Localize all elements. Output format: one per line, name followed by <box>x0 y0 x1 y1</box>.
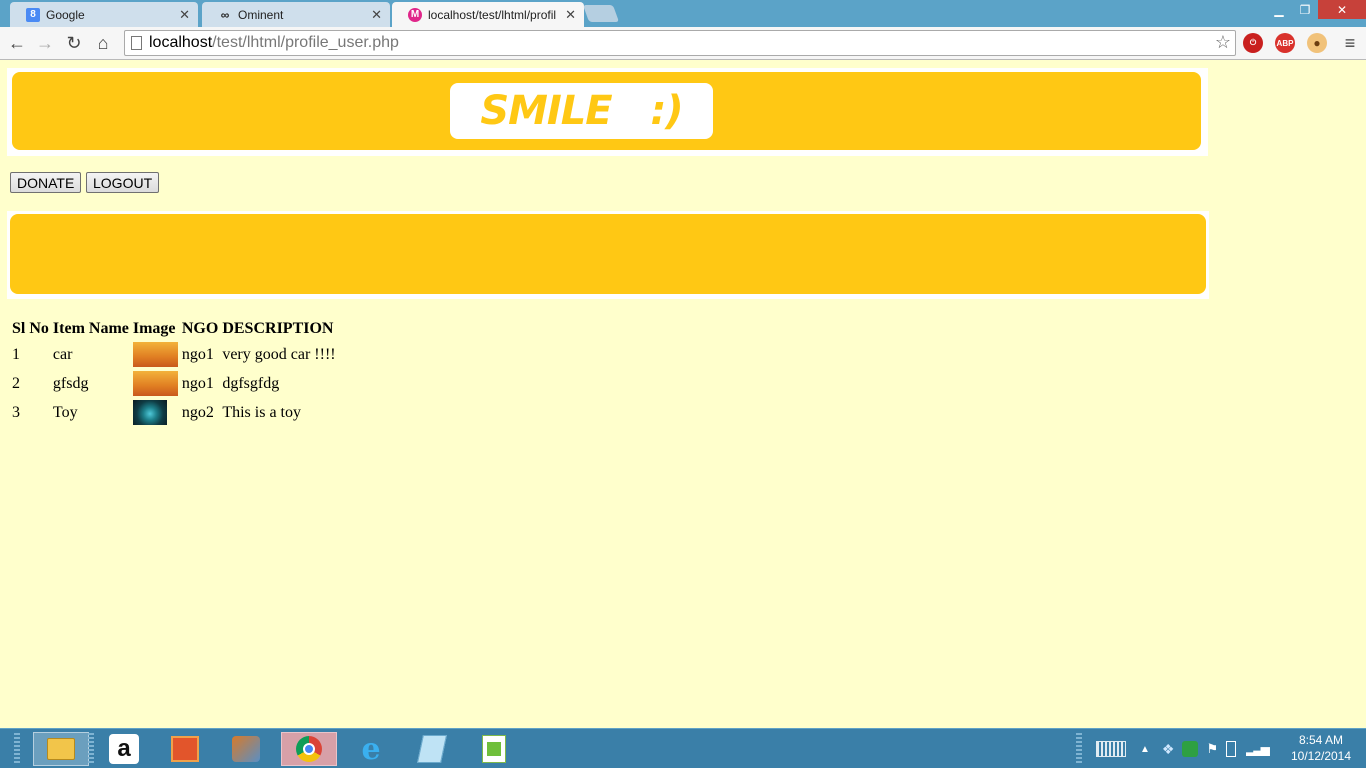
address-bar[interactable]: localhost/test/lhtml/profile_user.php ☆ <box>124 30 1236 56</box>
clock-date: 10/12/2014 <box>1290 749 1352 763</box>
office-icon[interactable] <box>157 732 213 766</box>
donate-button[interactable]: DONATE <box>10 172 82 193</box>
taskbar-grip <box>14 733 20 765</box>
column-header-item-name: Item Name <box>52 320 129 337</box>
browser-tab-strip: 8 Google ✕ ∞ Ominent ✕ M localhost/test/… <box>0 0 1366 27</box>
secondary-banner-frame <box>7 211 1209 299</box>
cell-ngo: ngo2 <box>181 403 214 421</box>
items-table: Sl No Item Name Image NGO DESCRIPTION 1 … <box>9 317 339 428</box>
show-hidden-icons-icon[interactable]: ▲ <box>1140 744 1150 755</box>
network-error-icon[interactable]: ⚑ <box>1206 741 1218 757</box>
close-icon[interactable]: ✕ <box>179 7 190 23</box>
window-close-icon[interactable]: ✕ <box>1318 0 1366 19</box>
google-icon: 8 <box>26 7 40 22</box>
reload-icon[interactable]: ↻ <box>62 31 86 55</box>
url-path: /test/lhtml/profile_user.php <box>212 34 399 51</box>
browser-toolbar: ← → ↻ ⌂ localhost/test/lhtml/profile_use… <box>0 27 1366 60</box>
table-row: 3 Toy ngo2 This is a toy <box>11 399 337 426</box>
page-content: SMILE :) DONATE LOGOUT Sl No Item Name I… <box>0 61 1366 728</box>
column-header-ngo: NGO <box>181 320 219 337</box>
logout-button[interactable]: LOGOUT <box>86 172 160 193</box>
home-icon[interactable]: ⌂ <box>91 31 115 55</box>
clock-time: 8:54 AM <box>1298 733 1344 747</box>
notepad-plus-icon[interactable] <box>466 732 522 766</box>
logo-text: SMILE :) <box>480 88 683 134</box>
cell-image <box>132 370 179 397</box>
taskbar-clock[interactable]: 8:54 AM 10/12/2014 <box>1286 732 1356 764</box>
cell-ngo: ngo1 <box>181 345 214 363</box>
chrome-icon[interactable] <box>281 732 337 766</box>
dropbox-icon[interactable]: ❖ <box>1162 741 1175 758</box>
system-tray: ▲ ❖ ⚑ ▂▃▅ <box>1096 729 1270 768</box>
notepad-icon[interactable] <box>404 732 460 766</box>
tab-profile-user[interactable]: M localhost/test/lhtml/profil ✕ <box>392 2 584 27</box>
taskbar-grip <box>88 733 94 765</box>
column-header-image: Image <box>132 320 176 337</box>
secondary-banner <box>10 214 1206 294</box>
moodle-icon: M <box>408 7 422 22</box>
file-explorer-icon[interactable] <box>33 732 89 766</box>
taskbar-grip <box>1076 733 1082 765</box>
cell-item-name: gfsdg <box>52 374 89 392</box>
tab-google[interactable]: 8 Google ✕ <box>10 2 198 27</box>
media-player-icon[interactable] <box>218 732 274 766</box>
tab-ominent[interactable]: ∞ Ominent ✕ <box>202 2 390 27</box>
cell-image <box>132 399 179 426</box>
cell-description: This is a toy <box>222 403 301 421</box>
cell-description: dgfsgfdg <box>222 374 280 392</box>
amazon-label: a <box>109 734 139 764</box>
page-icon <box>131 36 142 50</box>
cell-sl-no: 3 <box>12 403 20 421</box>
internet-explorer-icon[interactable]: e <box>343 732 399 767</box>
item-image <box>132 342 178 367</box>
header-banner: SMILE :) <box>12 72 1201 150</box>
new-tab-button[interactable] <box>582 5 620 22</box>
column-header-description: DESCRIPTION <box>222 320 334 337</box>
cell-sl-no: 1 <box>12 345 20 363</box>
cell-item-name: Toy <box>52 403 78 421</box>
abp-icon[interactable]: ABP <box>1275 33 1295 53</box>
forward-icon[interactable]: → <box>33 31 57 55</box>
table-header-row: Sl No Item Name Image NGO DESCRIPTION <box>11 319 337 339</box>
cell-sl-no: 2 <box>12 374 20 392</box>
cell-item-name: car <box>52 345 73 363</box>
back-icon[interactable]: ← <box>5 31 29 55</box>
table-row: 2 gfsdg ngo1 dgfsgfdg <box>11 370 337 397</box>
cell-image <box>132 341 179 368</box>
keyboard-icon[interactable] <box>1096 741 1126 757</box>
item-image <box>132 371 178 396</box>
site-logo[interactable]: SMILE :) <box>450 83 713 139</box>
column-header-sl-no: Sl No <box>12 320 49 337</box>
utorrent-icon[interactable] <box>1182 741 1199 757</box>
abp-label: ABP <box>1276 38 1294 48</box>
restore-icon[interactable]: ❐ <box>1292 0 1318 19</box>
close-icon[interactable]: ✕ <box>371 7 382 23</box>
table-row: 1 car ngo1 very good car !!!! <box>11 341 337 368</box>
adblock-stop-icon[interactable]: ⏻ <box>1243 33 1263 53</box>
signal-strength-icon[interactable]: ▂▃▅ <box>1246 742 1270 756</box>
bookmark-star-icon[interactable]: ☆ <box>1215 32 1231 53</box>
menu-icon[interactable]: ≡ <box>1338 31 1362 55</box>
cell-ngo: ngo1 <box>181 374 214 392</box>
amazon-icon[interactable]: a <box>96 732 152 766</box>
tab-title: Google <box>46 7 85 22</box>
battery-icon[interactable] <box>1226 741 1237 757</box>
ominent-icon: ∞ <box>220 7 230 22</box>
close-icon[interactable]: ✕ <box>565 7 576 23</box>
minimize-icon[interactable]: ▁ <box>1266 0 1292 19</box>
item-image <box>132 400 167 425</box>
windows-taskbar: a e ▲ ❖ ⚑ ▂▃▅ 8:54 AM 10/12/2014 <box>0 728 1366 768</box>
header-banner-frame: SMILE :) <box>7 68 1208 156</box>
cookie-icon[interactable]: ● <box>1307 33 1327 53</box>
tab-title: localhost/test/lhtml/profil <box>428 7 557 22</box>
url-host: localhost <box>149 34 213 51</box>
tab-title: Ominent <box>238 7 284 22</box>
cell-description: very good car !!!! <box>222 345 336 363</box>
